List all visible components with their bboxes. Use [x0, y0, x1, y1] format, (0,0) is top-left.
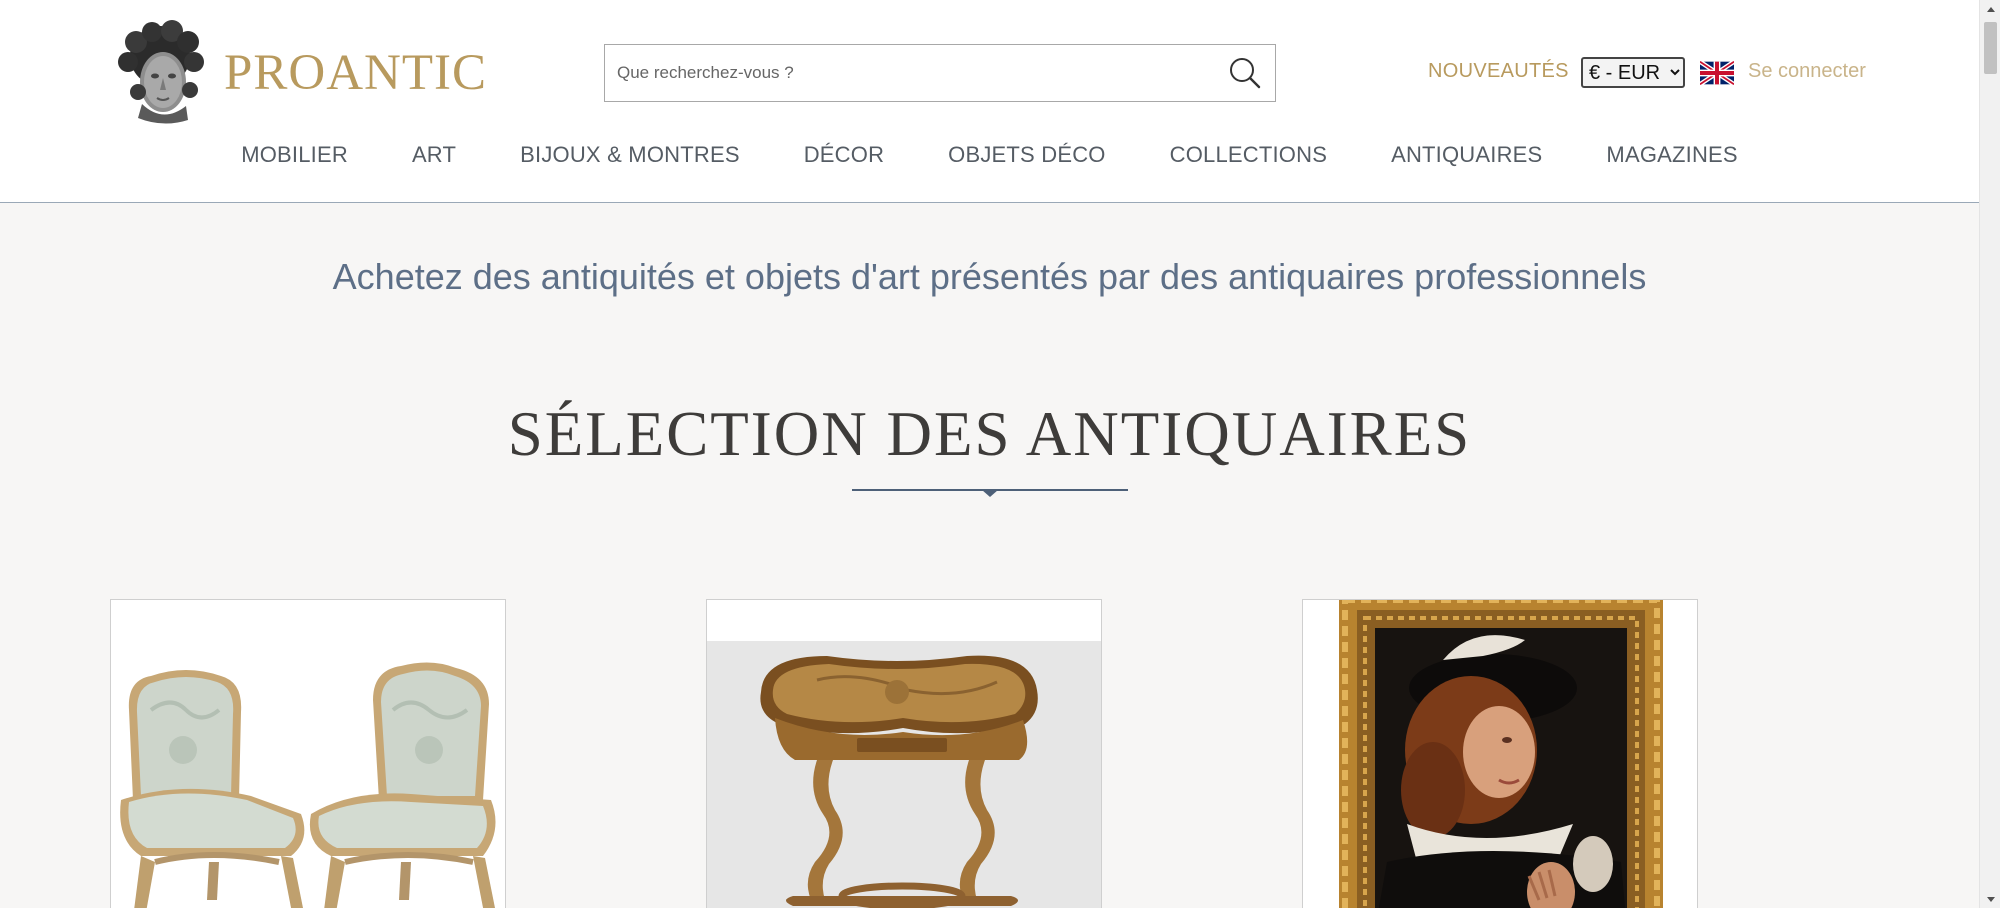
search-input[interactable] [605, 45, 1215, 101]
product-image-chairs [111, 600, 505, 908]
nav-item-bijoux-montres[interactable]: BIJOUX & MONTRES [520, 142, 740, 186]
search-icon [1230, 58, 1261, 89]
site-header: PROANTIC NOUVEAUTÉS € - EUR Se connecter [0, 0, 1979, 203]
login-link[interactable]: Se connecter [1748, 60, 1866, 83]
search-bar [604, 44, 1276, 102]
nav-item-mobilier[interactable]: MOBILIER [241, 142, 348, 186]
nav-item-antiquaires[interactable]: ANTIQUAIRES [1391, 142, 1542, 186]
main-nav: MOBILIER ART BIJOUX & MONTRES DÉCOR OBJE… [0, 142, 1979, 186]
nav-item-art[interactable]: ART [412, 142, 456, 186]
nav-item-decor[interactable]: DÉCOR [804, 142, 884, 186]
currency-select[interactable]: € - EUR [1581, 57, 1685, 88]
nav-item-magazines[interactable]: MAGAZINES [1606, 142, 1737, 186]
cherub-head-logo-icon [118, 20, 204, 124]
logo-text: PROANTIC [224, 45, 488, 101]
page: PROANTIC NOUVEAUTÉS € - EUR Se connecter [0, 0, 2000, 908]
search-button[interactable] [1215, 45, 1275, 101]
nav-item-collections[interactable]: COLLECTIONS [1170, 142, 1327, 186]
scrollbar-thumb[interactable] [1984, 22, 1997, 74]
page-scrollbar[interactable] [1979, 0, 2000, 908]
section-title: SÉLECTION DES ANTIQUAIRES [507, 399, 1472, 469]
scroll-down-arrow-icon[interactable] [1980, 891, 2000, 908]
tagline: Achetez des antiquités et objets d'art p… [332, 256, 1647, 297]
product-image-portrait-painting [1303, 600, 1697, 908]
title-divider [852, 489, 1128, 497]
site-logo[interactable]: PROANTIC [108, 18, 487, 128]
scroll-up-arrow-icon[interactable] [1980, 0, 2000, 17]
nav-item-objets-deco[interactable]: OBJETS DÉCO [948, 142, 1105, 186]
product-image-side-table [707, 600, 1101, 908]
product-card[interactable] [1302, 599, 1698, 908]
nouveautes-link[interactable]: NOUVEAUTÉS [1428, 60, 1569, 83]
product-card[interactable] [706, 599, 1102, 908]
uk-flag-icon[interactable] [1700, 61, 1734, 85]
product-card[interactable] [110, 599, 506, 908]
